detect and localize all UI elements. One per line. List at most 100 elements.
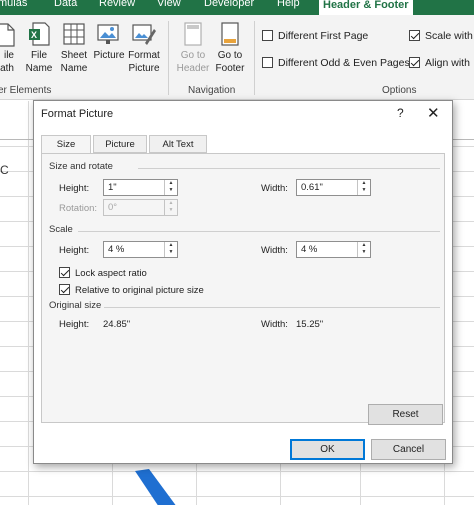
tab-developer[interactable]: Developer [204,0,254,9]
picture-icon [97,21,121,47]
format-picture-dialog: Format Picture ? ✕ Size Picture Alt Text… [33,100,453,464]
checkbox-icon[interactable] [409,30,420,41]
checkbox-icon[interactable] [262,57,273,68]
spin-down-icon[interactable]: ▼ [165,249,177,256]
group-label-options: Options [382,85,417,96]
height-value: 1" [108,182,117,193]
format-picture-label: Format Picture [128,50,160,74]
help-icon[interactable]: ? [397,106,404,120]
row-line [0,496,474,497]
sheet-name-label: Sheet Name [60,50,88,74]
align-with-label: Align with [425,57,470,69]
file-name-icon: X [27,21,51,47]
spin-up-icon[interactable]: ▲ [165,242,177,249]
tab-view[interactable]: View [157,0,181,9]
cancel-button[interactable]: Cancel [371,439,446,460]
width-spinner[interactable]: 0.61" ▲ ▼ [296,179,371,196]
group-label-navigation: Navigation [188,85,236,96]
different-odd-even-option[interactable]: Different Odd & Even Pages [262,57,410,69]
spin-up-icon[interactable]: ▲ [358,242,370,249]
scale-with-label: Scale with [425,30,473,42]
lock-aspect-ratio-label: Lock aspect ratio [75,268,147,279]
sheet-name-icon [62,21,86,47]
inserted-picture[interactable] [125,467,185,505]
tab-data[interactable]: Data [54,0,77,9]
picture-label: Picture [93,50,125,61]
file-name-label: File Name [25,50,53,74]
row-line [0,471,474,472]
section-divider [78,231,440,232]
original-size-heading: Original size [49,300,102,311]
checkbox-icon[interactable] [59,284,70,295]
different-first-page-option[interactable]: Different First Page [262,30,368,42]
scale-width-label: Width: [261,245,288,256]
rotation-value: 0° [108,202,118,213]
scale-height-label: Height: [59,245,90,256]
align-with-margins-option[interactable]: Align with [409,57,470,69]
spin-down-icon[interactable]: ▼ [358,187,370,194]
tab-header-footer[interactable]: Header & Footer [319,0,413,15]
dialog-title: Format Picture [41,108,114,120]
rotation-label: Rotation: [59,203,98,214]
scale-with-document-option[interactable]: Scale with [409,30,473,42]
svg-text:X: X [31,30,37,40]
tab-help[interactable]: Help [277,0,300,9]
tab-alt-text[interactable]: Alt Text [149,135,207,153]
scale-heading: Scale [49,224,73,235]
spin-up-icon[interactable]: ▲ [165,180,177,187]
spin-down-icon: ▼ [168,207,174,213]
lock-aspect-ratio-checkbox[interactable]: Lock aspect ratio [59,267,147,279]
scale-width-spinner[interactable]: 4 % ▲ ▼ [296,241,371,258]
go-to-header-icon [181,21,205,47]
checkbox-icon[interactable] [262,30,273,41]
scale-width-value: 4 % [301,244,318,255]
go-to-footer-button[interactable]: Go to Footer [212,21,248,75]
tab-size[interactable]: Size [41,135,91,154]
spin-down-icon[interactable]: ▼ [358,249,370,256]
ribbon-divider [254,21,255,95]
tab-formulas[interactable]: mulas [0,0,27,9]
ribbon: ile ath X File Name Sheet Name Picture F… [0,15,474,100]
close-icon[interactable]: ✕ [427,104,440,122]
relative-to-original-checkbox[interactable]: Relative to original picture size [59,284,204,296]
column-header-fragment: C [0,163,9,177]
spin-up-icon[interactable]: ▲ [358,180,370,187]
file-path-icon [0,21,16,47]
scale-height-spinner[interactable]: 4 % ▲ ▼ [103,241,178,258]
file-name-button[interactable]: X File Name [23,21,55,75]
different-first-page-label: Different First Page [278,30,369,42]
checkbox-icon[interactable] [59,267,70,278]
file-path-label: ile ath [0,50,14,74]
ok-button[interactable]: OK [290,439,365,460]
reset-button[interactable]: Reset [368,404,443,425]
rotation-spinner: 0° ▲ ▼ [103,199,178,216]
scale-height-value: 4 % [108,244,125,255]
checkbox-icon[interactable] [409,57,420,68]
original-height-value: 24.85" [103,319,131,330]
format-picture-icon [132,21,156,47]
size-tab-panel: Size and rotate Height: 1" ▲ ▼ Width: 0.6… [41,153,445,425]
go-to-footer-icon [218,21,242,47]
relative-to-original-label: Relative to original picture size [75,285,204,296]
original-height-label: Height: [59,319,90,330]
picture-button[interactable]: Picture [92,21,126,62]
go-to-header-label: Go to Header [176,50,210,74]
original-width-label: Width: [261,319,288,330]
height-label: Height: [59,183,90,194]
different-odd-even-label: Different Odd & Even Pages [278,57,410,69]
size-and-rotate-heading: Size and rotate [49,161,113,172]
sheet-name-button[interactable]: Sheet Name [57,21,91,75]
height-spinner[interactable]: 1" ▲ ▼ [103,179,178,196]
file-path-button[interactable]: ile ath [0,21,16,75]
width-value: 0.61" [301,182,323,193]
section-divider [138,168,440,169]
go-to-header-button[interactable]: Go to Header [175,21,211,75]
original-width-value: 15.25" [296,319,324,330]
ribbon-tab-bar: mulas Data Review View Developer Help He… [0,0,474,15]
format-picture-button[interactable]: Format Picture [126,21,162,75]
spin-up-icon: ▲ [168,200,174,206]
tab-review[interactable]: Review [99,0,135,9]
group-label-header-footer-elements: er Elements [0,85,52,96]
spin-down-icon[interactable]: ▼ [165,187,177,194]
tab-picture[interactable]: Picture [93,135,147,153]
